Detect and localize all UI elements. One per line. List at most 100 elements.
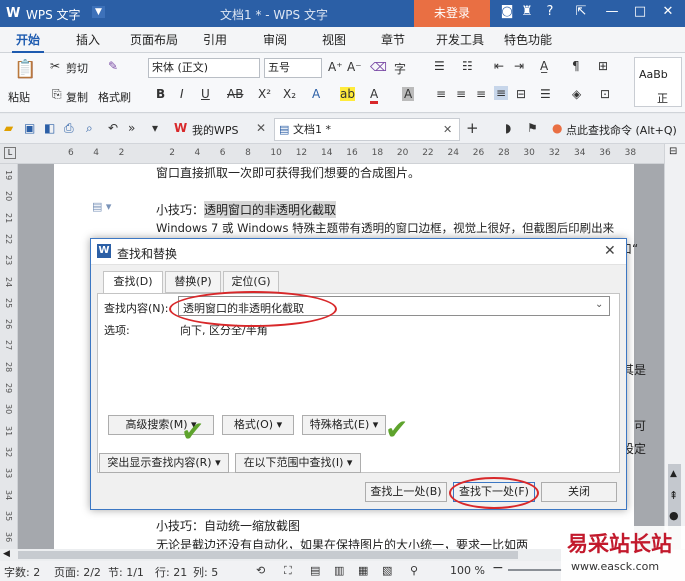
find-previous-button[interactable]: 查找上一处(B) <box>365 482 447 502</box>
line-spacing-icon[interactable]: ☰ <box>540 87 551 101</box>
tab-page-layout[interactable]: 页面布局 <box>126 27 182 53</box>
login-button[interactable]: 未登录 <box>414 0 490 27</box>
font-color-icon[interactable]: A <box>370 87 379 104</box>
vertical-scrollbar[interactable]: ⊟ ▲ ⇞ ● <box>664 144 685 564</box>
customize-icon[interactable]: ▾ <box>152 121 158 135</box>
fullscreen-icon[interactable]: ⛶ <box>284 564 292 578</box>
restore-ribbon-icon[interactable]: ⇱ <box>571 4 591 19</box>
grow-font-icon[interactable]: A⁺ <box>328 60 343 74</box>
paragraph-menu-icon[interactable]: ▤ ▾ <box>92 200 111 213</box>
show-marks-icon[interactable]: ¶ <box>572 59 580 73</box>
shading-icon[interactable]: ◈ <box>572 87 581 101</box>
app-name[interactable]: WPS 文字 <box>26 6 81 23</box>
format-button[interactable]: 格式(O) ▾ <box>222 415 294 435</box>
tab-chapter[interactable]: 章节 <box>377 27 409 53</box>
copy-icon[interactable]: ⎘ <box>52 87 62 102</box>
borders-icon[interactable]: ⊡ <box>600 87 610 101</box>
history-icon[interactable]: ⟲ <box>256 564 265 577</box>
special-format-button[interactable]: 特殊格式(E) ▾ <box>302 415 386 435</box>
highlight-icon[interactable]: ab <box>340 87 355 101</box>
zoom-level[interactable]: 100 % <box>450 564 485 577</box>
tab-replace[interactable]: 替换(P) <box>165 271 221 293</box>
chinese-layout-icon[interactable]: A̲ <box>540 59 548 73</box>
highlight-results-button[interactable]: 突出显示查找内容(R) ▾ <box>99 453 229 473</box>
format-painter-icon[interactable]: ✎ <box>108 59 118 73</box>
italic-icon[interactable]: I <box>180 87 184 101</box>
distribute-icon[interactable]: ⊟ <box>516 87 526 101</box>
zoom-slider[interactable] <box>508 569 562 571</box>
bookmark-icon[interactable]: ◗ <box>505 121 511 135</box>
decrease-indent-icon[interactable]: ⇤ <box>494 59 504 73</box>
find-in-range-button[interactable]: 在以下范围中查找(I) ▾ <box>235 453 361 473</box>
tab-references[interactable]: 引用 <box>199 27 231 53</box>
tab-developer[interactable]: 开发工具 <box>432 27 488 53</box>
char-shading-icon[interactable]: A <box>402 87 415 101</box>
chevron-down-icon[interactable]: ⌄ <box>595 299 603 310</box>
clear-format-icon[interactable]: ⌫ <box>370 60 387 74</box>
outline-view-icon[interactable]: ▥ <box>334 564 344 577</box>
subscript-icon[interactable]: X₂ <box>283 87 296 101</box>
ruler-toggle-icon[interactable]: ⊟ <box>669 146 677 157</box>
undo-icon[interactable]: ↶ <box>108 121 118 135</box>
status-words[interactable]: 字数: 2 <box>4 564 40 580</box>
tab-find[interactable]: 查找(D) <box>103 271 163 294</box>
align-left-icon[interactable]: ≡ <box>436 87 446 101</box>
align-right-icon[interactable]: ≡ <box>476 87 486 101</box>
shrink-font-icon[interactable]: A⁻ <box>347 60 362 74</box>
text-effect-icon[interactable]: A <box>312 87 320 101</box>
tab-home[interactable]: 开始 <box>12 27 45 53</box>
close-dialog-button[interactable]: 关闭 <box>541 482 617 502</box>
tab-stop-icon[interactable]: L <box>4 147 16 159</box>
font-name-select[interactable]: 宋体 (正文) <box>148 58 260 78</box>
status-page[interactable]: 页面: 2/2 <box>54 564 101 580</box>
tab-insert[interactable]: 插入 <box>72 27 104 53</box>
tab-view[interactable]: 视图 <box>318 27 350 53</box>
export-pdf-icon[interactable]: ◧ <box>44 121 55 135</box>
cut-button[interactable]: 剪切 <box>66 60 88 76</box>
style-gallery[interactable]: AaBb 正 <box>634 57 682 107</box>
dialog-close-icon[interactable]: ✕ <box>604 243 616 259</box>
open-folder-icon[interactable]: ▰ <box>4 121 13 135</box>
font-size-select[interactable]: 五号 <box>264 58 322 78</box>
close-tab-icon[interactable]: ✕ <box>256 121 266 135</box>
tab-special-features[interactable]: 特色功能 <box>500 27 556 53</box>
format-painter-button[interactable]: 格式刷 <box>98 89 131 105</box>
new-tab-icon[interactable]: + <box>466 119 479 137</box>
underline-icon[interactable]: U <box>201 87 210 101</box>
minimize-button[interactable]: — <box>602 4 622 19</box>
select-browse-icon[interactable]: ● <box>669 509 679 522</box>
table-icon[interactable]: ⊞ <box>598 59 608 73</box>
share-icon[interactable]: ⚑ <box>527 121 538 135</box>
close-button[interactable]: ✕ <box>658 4 678 19</box>
tab-goto[interactable]: 定位(G) <box>223 271 279 293</box>
tab-review[interactable]: 审阅 <box>259 27 291 53</box>
scroll-left-icon[interactable]: ◀ <box>3 549 10 559</box>
my-wps-tab[interactable]: 我的WPS <box>192 122 239 138</box>
skin-icon[interactable]: ◙ <box>497 4 517 19</box>
zoom-menu-icon[interactable]: ⚲ <box>410 564 418 577</box>
scissors-icon[interactable]: ✂ <box>50 59 60 73</box>
increase-indent-icon[interactable]: ⇥ <box>514 59 524 73</box>
bullets-icon[interactable]: ☰ <box>434 59 445 73</box>
numbering-icon[interactable]: ☷ <box>462 59 473 73</box>
more-icon[interactable]: » <box>128 121 135 135</box>
bold-icon[interactable]: B <box>156 87 165 101</box>
superscript-icon[interactable]: X² <box>258 87 271 101</box>
print-preview-icon[interactable]: ⌕ <box>86 121 93 136</box>
paste-icon[interactable]: 📋 <box>14 59 36 80</box>
close-doc-tab-icon[interactable]: ✕ <box>443 119 452 140</box>
zoom-out-icon[interactable]: − <box>492 560 504 576</box>
justify-icon[interactable]: ≡ <box>494 86 509 100</box>
strikethrough-icon[interactable]: AB <box>227 87 243 101</box>
save-icon[interactable]: ▣ <box>24 121 35 135</box>
app-menu-dropdown-icon[interactable]: ▼ <box>92 6 105 18</box>
read-view-icon[interactable]: ▦ <box>358 564 368 577</box>
prev-page-icon[interactable]: ⇞ <box>669 489 678 502</box>
page-view-icon[interactable]: ▤ <box>310 564 320 577</box>
document-tab[interactable]: ▤ 文档1 * ✕ <box>274 118 460 141</box>
web-view-icon[interactable]: ▧ <box>382 564 392 577</box>
help-icon[interactable]: ? <box>540 4 560 19</box>
paste-button[interactable]: 粘贴 <box>8 89 30 105</box>
dialog-titlebar[interactable]: W 查找和替换 ✕ <box>91 239 626 265</box>
print-icon[interactable]: ⎙ <box>64 121 74 136</box>
